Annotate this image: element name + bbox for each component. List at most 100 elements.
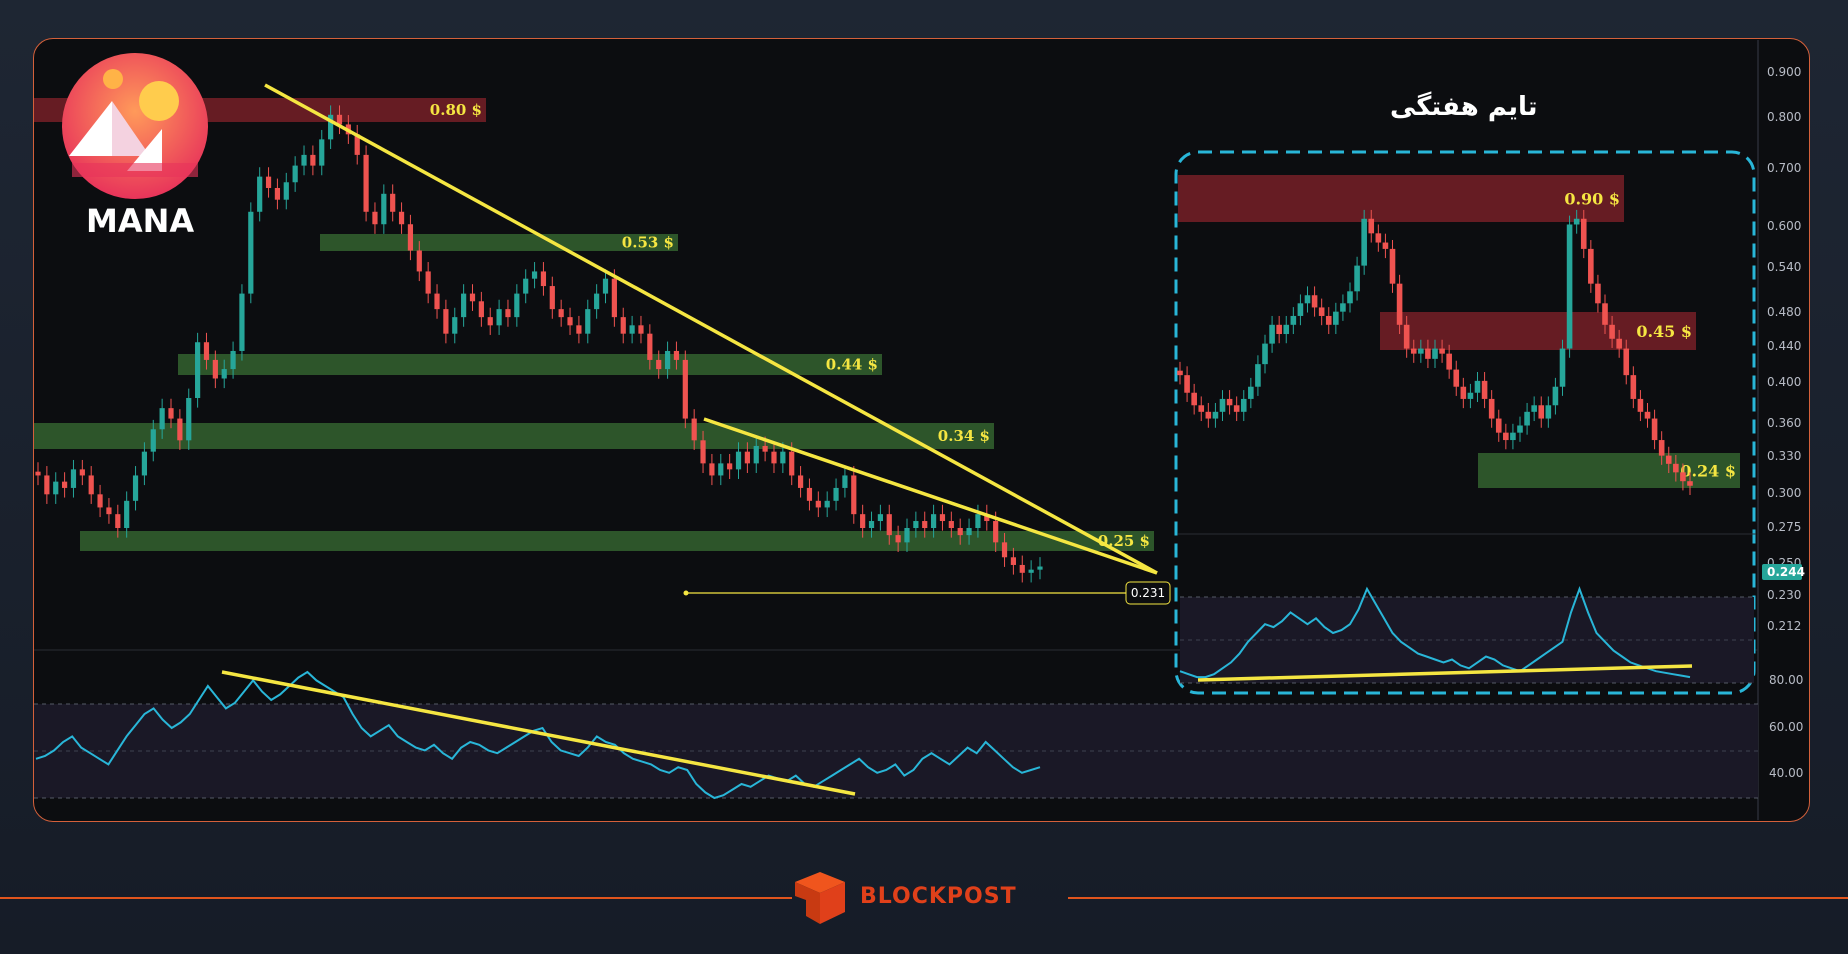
- inset-title: تایم هفتگی: [1390, 92, 1538, 122]
- weekly-candle-body: [1403, 324, 1410, 349]
- brand-name: BLOCKPOST: [860, 884, 1017, 909]
- candle-body: [195, 342, 201, 398]
- candle-body: [186, 397, 192, 441]
- weekly-candle-body: [1602, 303, 1608, 325]
- candle-body: [505, 309, 511, 318]
- chart-svg: 0.80 $ 0.53 $ 0.44 $ 0.34 $ 0.25 $ 0.231 0.9…: [34, 40, 1805, 924]
- candle-body: [531, 271, 538, 279]
- mana-logo: [62, 53, 208, 199]
- weekly-candle-body: [1609, 324, 1615, 339]
- candle-body: [576, 325, 582, 334]
- candle-body: [585, 309, 591, 334]
- weekly-candle-body: [1588, 248, 1594, 284]
- weekly-candle-body: [1396, 283, 1403, 325]
- candle-body: [62, 481, 68, 488]
- candle-body: [44, 475, 50, 495]
- weekly-candle-body: [1389, 248, 1396, 284]
- weekly-candle-body: [1240, 398, 1247, 412]
- candle-body: [540, 271, 547, 287]
- candle-body: [930, 514, 937, 529]
- weekly-rsi-band: [1180, 597, 1754, 683]
- weekly-candle-body: [1375, 233, 1382, 243]
- price-tick-label: 0.275: [1767, 520, 1801, 534]
- candle-body: [620, 317, 626, 334]
- weekly-candle-body: [1262, 343, 1268, 365]
- candle-body: [88, 475, 94, 495]
- candle-body: [407, 224, 414, 251]
- candle-body: [727, 463, 733, 470]
- candle-body: [611, 278, 617, 318]
- weekly-candle-body: [1361, 218, 1367, 266]
- blockpost-logo-icon: [795, 872, 845, 924]
- weekly-candle-body: [1460, 386, 1467, 399]
- weekly-candle-body: [1325, 315, 1332, 325]
- candle-body: [868, 521, 875, 529]
- rsi-tick-label: 80.00: [1769, 673, 1803, 687]
- candle-body: [150, 429, 156, 452]
- candle-body: [780, 451, 786, 464]
- candle-body: [797, 475, 804, 488]
- trendline-1: [264, 83, 1158, 575]
- weekly-resistance-zone: [1178, 175, 1624, 222]
- candle-body: [248, 211, 254, 294]
- candle-body: [744, 451, 750, 464]
- weekly-candle-body: [1368, 218, 1375, 234]
- candle-body: [966, 528, 972, 536]
- weekly-candle-body: [1559, 348, 1566, 387]
- candle-body: [425, 271, 431, 294]
- candle-body: [549, 286, 555, 310]
- candle-body: [1010, 557, 1016, 565]
- weekly-candle-body: [1290, 315, 1297, 325]
- candle-body: [691, 418, 697, 441]
- candle-body: [478, 301, 484, 318]
- candle-body: [469, 293, 476, 302]
- weekly-candle-body: [1644, 411, 1651, 419]
- level-tag-label: 0.231: [1131, 586, 1165, 600]
- weekly-candle-body: [1177, 370, 1183, 376]
- candle-body: [381, 193, 387, 225]
- weekly-candle-body: [1318, 307, 1325, 316]
- candle-body: [70, 469, 77, 488]
- weekly-candle-body: [1255, 364, 1261, 387]
- candle-body: [257, 176, 263, 212]
- candle-body: [523, 278, 529, 294]
- candle-body: [673, 350, 680, 360]
- candle-body: [1019, 564, 1025, 573]
- weekly-candle-body: [1297, 303, 1304, 316]
- candle-body: [115, 514, 121, 529]
- weekly-candle-body: [1552, 386, 1559, 406]
- candle-body: [682, 359, 688, 419]
- candle-body: [1028, 569, 1034, 573]
- footer-line-right: [1068, 897, 1848, 899]
- weekly-candle-body: [1481, 380, 1488, 399]
- weekly-candle-body: [1198, 405, 1205, 412]
- weekly-candle-body: [1382, 242, 1389, 249]
- weekly-candle-body: [1680, 472, 1686, 482]
- candle-body: [735, 451, 742, 470]
- rsi-tick-label: 60.00: [1769, 720, 1803, 734]
- candle-body: [132, 475, 139, 501]
- candle-body: [1001, 542, 1008, 558]
- candle-body: [638, 325, 644, 334]
- candle-body: [283, 182, 289, 200]
- candle-body: [452, 317, 458, 334]
- candle-body: [824, 500, 830, 508]
- candle-body: [124, 500, 130, 529]
- zone-label: 0.34 $: [938, 427, 990, 445]
- weekly-candle-body: [1233, 405, 1240, 412]
- candle-body: [221, 369, 227, 379]
- candle-body: [292, 165, 298, 183]
- candle-body: [390, 193, 396, 212]
- weekly-candle-body: [1517, 425, 1523, 433]
- price-tick-label: 0.400: [1767, 375, 1801, 389]
- weekly-candle-body: [1269, 324, 1275, 344]
- weekly-candle-body: [1311, 295, 1318, 308]
- weekly-candle-body: [1665, 455, 1672, 464]
- candle-body: [416, 250, 422, 272]
- candle-body: [239, 293, 245, 351]
- candle-body: [487, 317, 493, 326]
- price-tick-label: 0.700: [1767, 161, 1801, 175]
- candle-body: [372, 211, 378, 225]
- candle-body: [274, 187, 281, 200]
- weekly-candle-body: [1226, 398, 1233, 406]
